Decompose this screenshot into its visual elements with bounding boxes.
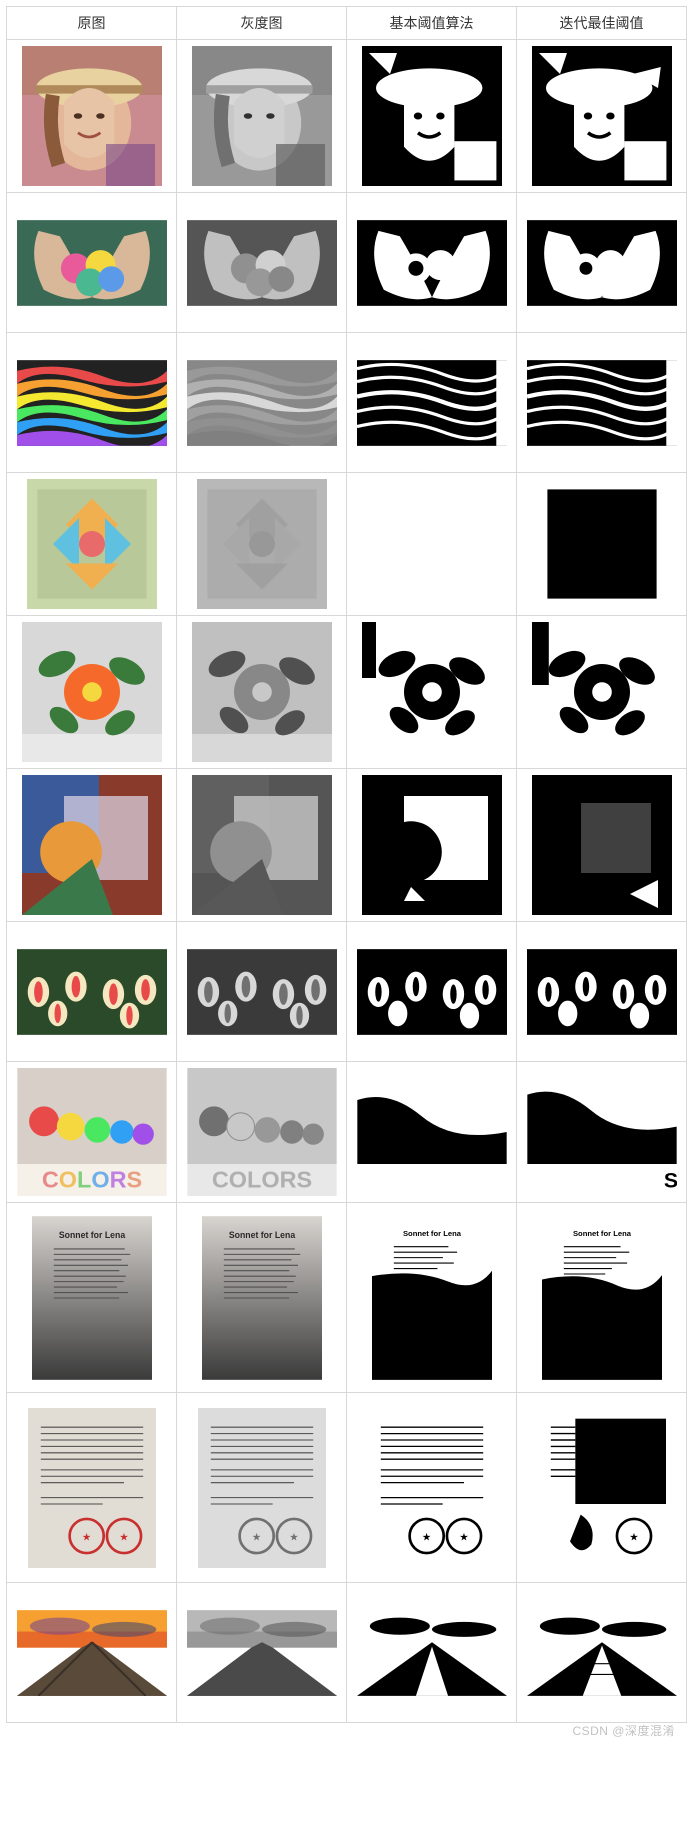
svg-text:★: ★ bbox=[459, 1531, 469, 1543]
svg-text:★: ★ bbox=[81, 1531, 91, 1543]
wall-iter-threshold bbox=[523, 1589, 680, 1716]
svg-text:★: ★ bbox=[421, 1531, 431, 1543]
svg-text:★: ★ bbox=[251, 1531, 261, 1543]
header-basic-thr: 基本阈值算法 bbox=[347, 7, 517, 40]
wall-basic-threshold bbox=[353, 1589, 510, 1716]
watermark-text: CSDN @深度混淆 bbox=[572, 1722, 675, 1739]
doc-basic-threshold: ★ ★ bbox=[353, 1399, 510, 1576]
table-row bbox=[7, 473, 687, 616]
svg-text:★: ★ bbox=[289, 1531, 299, 1543]
svg-text:Sonnet for Lena: Sonnet for Lena bbox=[58, 1230, 125, 1240]
tiles-gray bbox=[183, 479, 340, 609]
flower-iter-threshold bbox=[523, 622, 680, 762]
comparison-table: 原图 灰度图 基本阈值算法 迭代最佳阈值 bbox=[6, 6, 687, 1723]
abstract-iter-threshold bbox=[523, 775, 680, 915]
wall-gray bbox=[183, 1589, 340, 1716]
table-row bbox=[7, 1583, 687, 1723]
lena-gray bbox=[183, 46, 340, 186]
colors-gray: COLORS bbox=[183, 1068, 340, 1196]
table-row bbox=[7, 193, 687, 333]
lena-iter-threshold bbox=[523, 46, 680, 186]
colors-iter-threshold: S bbox=[523, 1068, 680, 1196]
abstract-original bbox=[13, 775, 170, 915]
abstract-basic-threshold bbox=[353, 775, 510, 915]
svg-text:COLORS: COLORS bbox=[41, 1166, 141, 1192]
tulips-iter-threshold bbox=[523, 928, 680, 1055]
table-row: Sonnet for Lena Sonnet for Lena bbox=[7, 1203, 687, 1393]
lena-basic-threshold bbox=[353, 46, 510, 186]
macarons-iter-threshold bbox=[523, 199, 680, 326]
sonnet-iter-threshold: Sonnet for Lena bbox=[523, 1209, 680, 1386]
waves-gray bbox=[183, 339, 340, 466]
header-original: 原图 bbox=[7, 7, 177, 40]
sonnet-original: Sonnet for Lena bbox=[13, 1209, 170, 1386]
table-row: ★ ★ ★ ★ bbox=[7, 1393, 687, 1583]
table-row bbox=[7, 922, 687, 1062]
flower-basic-threshold bbox=[353, 622, 510, 762]
table-row bbox=[7, 616, 687, 769]
waves-iter-threshold bbox=[523, 339, 680, 466]
svg-text:COLORS: COLORS bbox=[211, 1166, 311, 1192]
svg-text:★: ★ bbox=[629, 1531, 639, 1543]
svg-text:Sonnet for Lena: Sonnet for Lena bbox=[572, 1228, 631, 1237]
doc-original: ★ ★ bbox=[13, 1399, 170, 1576]
wall-original bbox=[13, 1589, 170, 1716]
svg-text:Sonnet for Lena: Sonnet for Lena bbox=[402, 1228, 461, 1237]
colors-basic-threshold bbox=[353, 1068, 510, 1196]
tiles-basic-threshold bbox=[353, 479, 510, 609]
sonnet-basic-threshold: Sonnet for Lena bbox=[353, 1209, 510, 1386]
colors-original: COLORS bbox=[13, 1068, 170, 1196]
flower-original bbox=[13, 622, 170, 762]
macarons-gray bbox=[183, 199, 340, 326]
sonnet-gray: Sonnet for Lena bbox=[183, 1209, 340, 1386]
macarons-basic-threshold bbox=[353, 199, 510, 326]
tiles-iter-threshold bbox=[523, 479, 680, 609]
table-row bbox=[7, 40, 687, 193]
svg-text:S: S bbox=[663, 1168, 676, 1192]
header-iter-thr: 迭代最佳阈值 bbox=[517, 7, 687, 40]
tulips-gray bbox=[183, 928, 340, 1055]
doc-gray: ★ ★ bbox=[183, 1399, 340, 1576]
doc-iter-threshold: ★ bbox=[523, 1399, 680, 1576]
macarons-original bbox=[13, 199, 170, 326]
tiles-original bbox=[13, 479, 170, 609]
lena-original bbox=[13, 46, 170, 186]
flower-gray bbox=[183, 622, 340, 762]
tulips-original bbox=[13, 928, 170, 1055]
tulips-basic-threshold bbox=[353, 928, 510, 1055]
header-grayscale: 灰度图 bbox=[177, 7, 347, 40]
abstract-gray bbox=[183, 775, 340, 915]
table-row bbox=[7, 769, 687, 922]
svg-text:Sonnet for Lena: Sonnet for Lena bbox=[228, 1230, 295, 1240]
waves-original bbox=[13, 339, 170, 466]
table-row: COLORS COLORS bbox=[7, 1062, 687, 1203]
waves-basic-threshold bbox=[353, 339, 510, 466]
table-row bbox=[7, 333, 687, 473]
svg-text:★: ★ bbox=[119, 1531, 129, 1543]
